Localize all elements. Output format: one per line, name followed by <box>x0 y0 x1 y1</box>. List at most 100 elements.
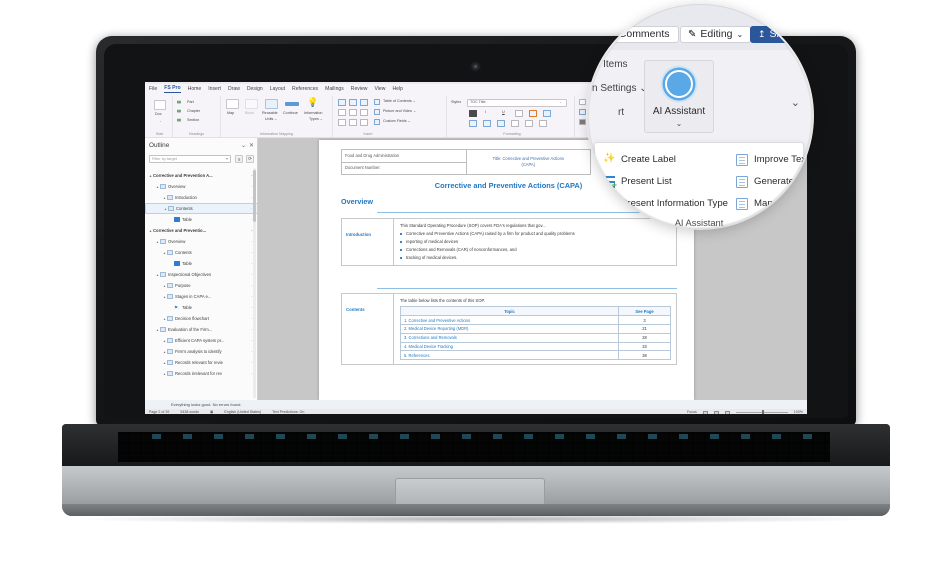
print-layout-button[interactable] <box>713 410 719 414</box>
toc-icon[interactable] <box>374 99 380 105</box>
ribbon-tab-layout[interactable]: Layout <box>270 86 285 92</box>
outline-scroll-thumb[interactable] <box>253 170 256 222</box>
custom-fields-label[interactable]: Custom Fields ⌄ <box>383 119 411 124</box>
menu-item-present-information-type[interactable]: → Present Information Type <box>595 193 728 215</box>
outline-node[interactable]: ▴Corrective and Prevention A...⋯ <box>145 170 258 181</box>
outline-node[interactable]: ▴Purpose⋯ <box>145 280 258 291</box>
align-left-button[interactable] <box>497 120 505 127</box>
ribbon-partial-items[interactable]: m Items <box>592 60 628 70</box>
outline-node[interactable]: Table⋯ <box>145 258 258 269</box>
zoom-slider-thumb[interactable] <box>761 410 764 414</box>
outline-node[interactable]: ▴Overview⋯ <box>145 181 258 192</box>
ribbon-tab-view[interactable]: View <box>374 86 385 92</box>
chevron-down-icon[interactable]: ⌄ <box>737 30 744 39</box>
ribbon-tab-review[interactable]: Review <box>351 86 368 92</box>
text-predictions-indicator[interactable]: Text Predictions: On <box>272 410 304 414</box>
ribbon-tab-help[interactable]: Help <box>392 86 402 92</box>
outline-node[interactable]: ▴Contents⋯ <box>145 203 258 214</box>
ribbon-tab-mailings[interactable]: Mailings <box>325 86 344 92</box>
ribbon-tab-references[interactable]: References <box>292 86 318 92</box>
ribbon-tab-home[interactable]: Home <box>188 86 202 92</box>
share-button[interactable]: ↥ Share <box>750 26 806 43</box>
zoom-slider[interactable] <box>735 410 788 414</box>
focus-button[interactable]: Focus <box>687 410 697 414</box>
numbering-button[interactable] <box>483 120 491 127</box>
zoom-level[interactable]: 100% <box>794 410 803 414</box>
ribbon-partial-settings[interactable]: n Settings ⌄ <box>592 84 648 94</box>
outline-tree[interactable]: ▴Corrective and Prevention A...⋯▴Overvie… <box>145 167 258 400</box>
outline-node[interactable]: ▴Inspectional Objectives⋯ <box>145 269 258 280</box>
section-label[interactable]: Section <box>187 118 199 123</box>
ribbon-partial-rt[interactable]: rt <box>618 108 624 118</box>
underline-button[interactable]: U <box>502 110 505 115</box>
custom-fields-icon[interactable] <box>374 119 380 125</box>
justify-button[interactable] <box>539 120 547 127</box>
insert-icon-8[interactable] <box>349 119 357 126</box>
insert-icon-7[interactable] <box>338 119 346 126</box>
part-label[interactable]: Part <box>187 100 194 105</box>
outline-node[interactable]: ▴Efficient CAPA system pr...⋯ <box>145 335 258 346</box>
picture-video-label[interactable]: Picture and Video ⌄ <box>383 109 416 114</box>
outline-node[interactable]: ▴Firm's analysis to identify⋯ <box>145 346 258 357</box>
menu-item-improve-text[interactable]: Improve Text <box>728 149 812 171</box>
outline-node[interactable]: ▴Stages in CAPA e...⋯ <box>145 291 258 302</box>
highlight-button[interactable] <box>529 110 537 117</box>
chevron-down-icon[interactable]: ⌄ <box>241 143 246 149</box>
align-center-button[interactable] <box>511 120 519 127</box>
outline-node[interactable]: ▴Records relevant for revie⋯ <box>145 357 258 368</box>
italic-button[interactable]: I <box>485 110 486 115</box>
insert-icon-9[interactable] <box>360 119 368 126</box>
menu-item-generate-content[interactable]: Generate Content <box>728 171 812 193</box>
format-button-6[interactable] <box>543 110 551 117</box>
toc-label[interactable]: Table of Contents ⌄ <box>383 99 416 104</box>
editing-button[interactable]: ✎ Editing ⌄ <box>680 26 752 43</box>
doc-icon[interactable] <box>154 100 166 110</box>
menu-item-present-list[interactable]: + Present List <box>595 171 728 193</box>
bold-button[interactable] <box>469 110 477 117</box>
format-button-4[interactable] <box>515 110 523 117</box>
ref-icon-3[interactable] <box>579 119 586 125</box>
ribbon-tab-design[interactable]: Design <box>247 86 263 92</box>
style-caret-icon[interactable]: ⌄ <box>559 100 562 105</box>
outline-node[interactable]: ▴Contents⋯ <box>145 247 258 258</box>
word-count[interactable]: 5438 words <box>180 410 199 414</box>
outline-node[interactable]: ▴Introduction⋯ <box>145 192 258 203</box>
ribbon-tab-file[interactable]: File <box>149 86 157 92</box>
status-right-group[interactable]: Focus 100% <box>687 410 803 414</box>
outline-node[interactable]: ▴Decision flowchart⋯ <box>145 313 258 324</box>
continue-icon[interactable] <box>285 102 299 106</box>
outline-node[interactable]: Table⋯ <box>145 214 258 225</box>
ribbon-tab-insert[interactable]: Insert <box>208 86 221 92</box>
picture-video-icon[interactable] <box>374 109 380 115</box>
insert-icon-5[interactable] <box>349 109 357 116</box>
ref-icon-1[interactable] <box>579 99 586 105</box>
language-indicator[interactable]: English (United States) <box>224 410 261 414</box>
page-indicator[interactable]: Page 2 of 39 <box>149 410 169 414</box>
align-right-button[interactable] <box>525 120 533 127</box>
information-types-icon[interactable]: 💡 <box>307 98 318 107</box>
reusable-units-icon[interactable] <box>265 99 278 109</box>
outline-filter-input[interactable]: Filter by target ▾ <box>149 155 231 163</box>
ai-assistant-button[interactable]: AI Assistant ⌄ <box>644 60 714 133</box>
menu-item-create-label[interactable]: ✨ Create Label <box>595 149 728 171</box>
doc-caret-icon[interactable]: ⌄ <box>159 119 162 124</box>
bullets-button[interactable] <box>469 120 477 127</box>
map-icon[interactable] <box>226 99 239 109</box>
proofing-icon[interactable]: ▣ <box>210 410 213 414</box>
insert-icon-3[interactable] <box>360 99 368 106</box>
status-bar[interactable]: Page 2 of 39 5438 words ▣ English (Unite… <box>145 409 807 414</box>
refresh-button[interactable]: ⟳ <box>246 155 254 163</box>
insert-icon-4[interactable] <box>338 109 346 116</box>
insert-icon-1[interactable] <box>338 99 346 106</box>
insert-icon-6[interactable] <box>360 109 368 116</box>
outline-node[interactable]: ▴Overview⋯ <box>145 236 258 247</box>
insert-icon-2[interactable] <box>349 99 357 106</box>
ai-assistant-menu[interactable]: ✨ Create Label + Present List → Present … <box>594 142 812 228</box>
ribbon-tab-fspro[interactable]: FS Pro <box>164 85 181 94</box>
comments-button[interactable]: 🗩 Comments <box>588 24 679 43</box>
ref-icon-2[interactable] <box>579 109 586 115</box>
menu-item-map-text[interactable]: Map Text <box>728 193 812 215</box>
read-mode-button[interactable] <box>702 410 708 414</box>
ribbon-tab-draw[interactable]: Draw <box>228 86 240 92</box>
outline-node[interactable]: ▴Evaluation of the Firm...⋯ <box>145 324 258 335</box>
